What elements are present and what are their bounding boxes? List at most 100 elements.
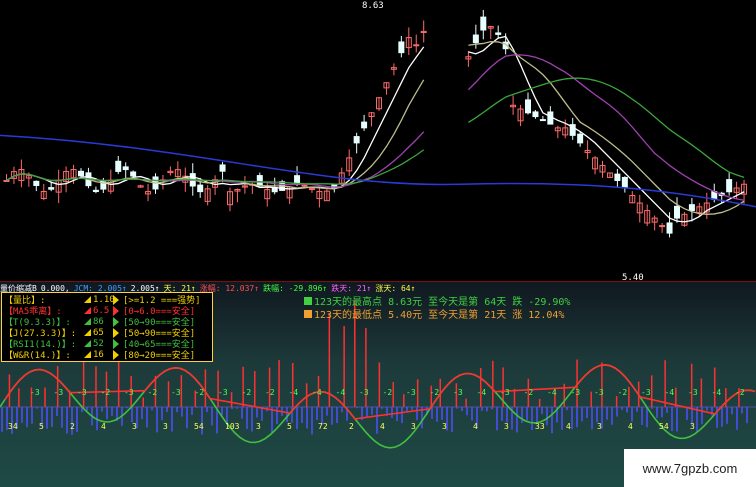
right-wedge-icon bbox=[113, 305, 119, 316]
signal-upper-label: -3 bbox=[77, 388, 87, 397]
candle-body bbox=[614, 173, 621, 181]
extremes-info: 123天的最高点 8.63元 至今天是第 64天 跌 -29.90% 123天的… bbox=[304, 294, 570, 321]
candle-body bbox=[621, 176, 628, 189]
right-wedge-icon bbox=[113, 338, 119, 349]
signal-lower-label: 3 bbox=[411, 422, 416, 431]
candle-body bbox=[413, 44, 420, 47]
candle-body bbox=[130, 171, 137, 177]
candle-body bbox=[674, 205, 680, 219]
signal-lower-label: 103 bbox=[225, 422, 240, 431]
signal-upper-label: -4 bbox=[665, 388, 675, 397]
indicator-row: 【W&R(14.)】: 16 [80→20===安全] bbox=[4, 349, 196, 361]
candle-body bbox=[353, 136, 360, 144]
signal-upper-label: -4 bbox=[336, 388, 346, 397]
signal-upper-label: -3 bbox=[218, 388, 228, 397]
indicator-range: [80→20===安全] bbox=[123, 351, 196, 361]
signal-lower-label: 2 bbox=[70, 422, 75, 431]
candle-body bbox=[398, 41, 405, 54]
signal-upper-label: -3 bbox=[30, 388, 40, 397]
signal-lower-label: 3 bbox=[442, 422, 447, 431]
candle-body bbox=[256, 175, 263, 187]
low-point-row: 123天的最低点 5.40元 至今天是第 21天 涨 12.04% bbox=[304, 307, 570, 321]
price-chart[interactable] bbox=[0, 0, 756, 282]
indicator-value: 1.10 bbox=[93, 294, 115, 305]
right-wedge-icon bbox=[113, 349, 119, 360]
signal-lower-label: 5 bbox=[39, 422, 44, 431]
signal-upper-label: -4 bbox=[477, 388, 487, 397]
signal-lower-label: 33 bbox=[535, 422, 545, 431]
signal-lower-label: 72 bbox=[318, 422, 328, 431]
up-wedge-icon bbox=[84, 351, 91, 358]
indicator-name: 【W&R(14.)】: bbox=[4, 351, 71, 361]
indicator-value: 16 bbox=[93, 349, 104, 360]
candle-body bbox=[525, 99, 531, 114]
signal-upper-label: -3 bbox=[571, 388, 581, 397]
signal-lower-label: 4 bbox=[566, 422, 571, 431]
signal-upper-label: -2 bbox=[195, 388, 205, 397]
signal-upper-label: -2 bbox=[242, 388, 252, 397]
signal-lower-label: 4 bbox=[380, 422, 385, 431]
high-square-icon bbox=[304, 296, 312, 305]
signal-upper-label: -4 bbox=[312, 388, 322, 397]
candle-body bbox=[122, 166, 129, 171]
candle-body bbox=[33, 180, 40, 186]
right-wedge-icon bbox=[113, 316, 119, 327]
signal-upper-label: -4 bbox=[712, 388, 722, 397]
low-square-icon bbox=[304, 309, 312, 318]
indicator-value: 52 bbox=[93, 338, 104, 349]
signal-upper-label: -3 bbox=[406, 388, 416, 397]
ma20-line bbox=[6, 54, 745, 201]
signal-upper-label: -3 bbox=[500, 388, 510, 397]
candle-body bbox=[115, 160, 122, 172]
signal-lower-label: 3 bbox=[597, 422, 602, 431]
signal-lower-label: 54 bbox=[659, 422, 669, 431]
up-wedge-icon bbox=[84, 296, 91, 303]
high-price-label: 8.63 bbox=[362, 1, 384, 11]
signal-upper-label: -3 bbox=[641, 388, 651, 397]
candle-body bbox=[539, 119, 546, 122]
candles bbox=[3, 9, 748, 238]
candle-body bbox=[48, 187, 55, 190]
signal-lower-label: 3 bbox=[504, 422, 509, 431]
signal-lower-label: 4 bbox=[101, 422, 106, 431]
signal-upper-label: -2 bbox=[735, 388, 745, 397]
low-point-text: 123天的最低点 5.40元 至今天是第 21天 涨 12.04% bbox=[314, 310, 565, 321]
candle-body bbox=[659, 225, 666, 228]
signal-upper-label: -4 bbox=[547, 388, 557, 397]
strip-item: 跌幅: -29.896↑ bbox=[263, 284, 328, 293]
candle-body bbox=[480, 16, 487, 31]
signal-lower-label: 3 bbox=[690, 422, 695, 431]
signal-upper-label: -3 bbox=[124, 388, 134, 397]
ma-long-line bbox=[0, 134, 756, 208]
signal-upper-label: -3 bbox=[688, 388, 698, 397]
candle-body bbox=[92, 189, 99, 193]
signal-upper-label: -3 bbox=[171, 388, 181, 397]
candle-body bbox=[532, 111, 539, 118]
signal-lower-label: 54 bbox=[194, 422, 204, 431]
signal-lower-label: 2 bbox=[349, 422, 354, 431]
candle-body bbox=[495, 32, 502, 35]
signal-upper-label: -2 bbox=[265, 388, 275, 397]
candle-body bbox=[308, 188, 315, 191]
signal-upper-label: -3 bbox=[54, 388, 64, 397]
signal-lower-label: 4 bbox=[628, 422, 633, 431]
up-wedge-icon bbox=[84, 340, 91, 347]
signal-lower-label: 4 bbox=[473, 422, 478, 431]
signal-lower-label: 5 bbox=[287, 422, 292, 431]
signal-upper-label: -2 bbox=[383, 388, 393, 397]
signal-upper-label: -3 bbox=[359, 388, 369, 397]
indicator-value: 65 bbox=[93, 327, 104, 338]
watermark: www.7gpzb.com bbox=[624, 449, 756, 487]
candle-body bbox=[3, 179, 10, 182]
signal-lower-label: 3 bbox=[132, 422, 137, 431]
candle-body bbox=[301, 184, 308, 187]
candle-body bbox=[666, 222, 673, 234]
up-wedge-icon bbox=[84, 329, 91, 336]
candle-body bbox=[197, 184, 204, 193]
signal-upper-label: -2 bbox=[101, 388, 111, 397]
candle-body bbox=[472, 34, 479, 44]
candle-body bbox=[78, 170, 84, 177]
right-wedge-icon bbox=[113, 294, 119, 305]
signal-upper-label: -2 bbox=[430, 388, 440, 397]
k-line bbox=[0, 364, 756, 449]
